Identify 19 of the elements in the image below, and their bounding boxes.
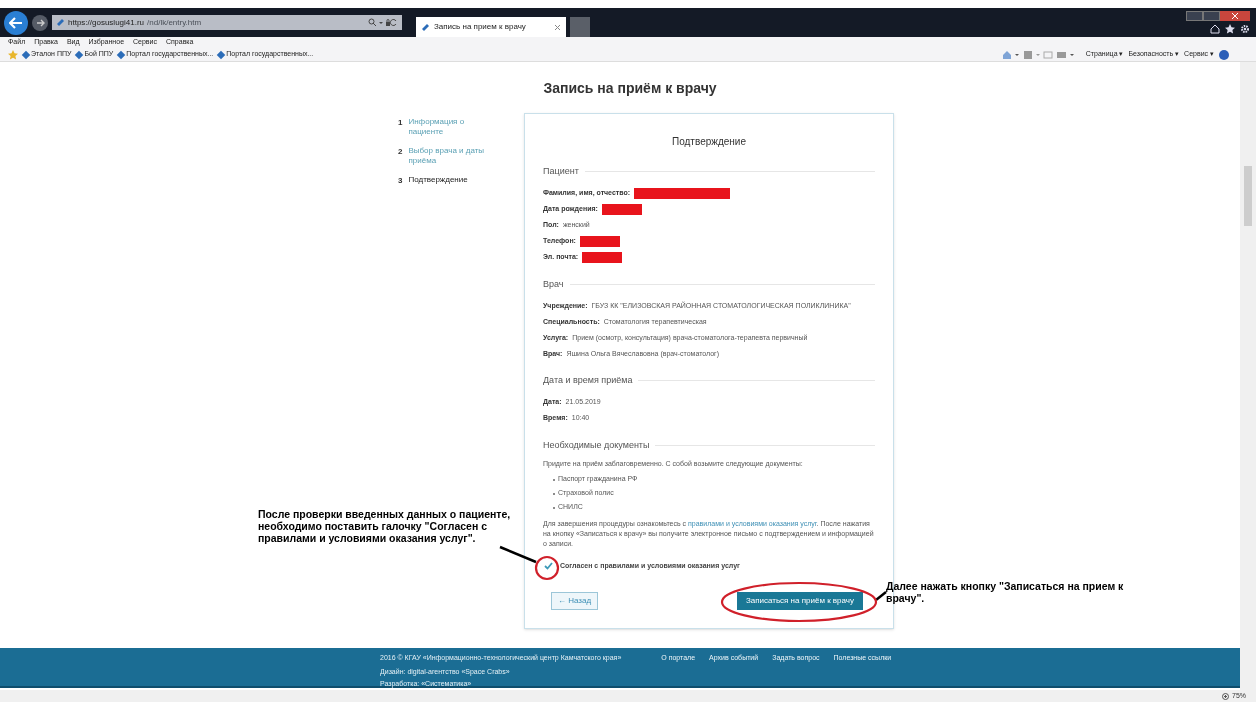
annotation-text: Далее нажать кнопку "Записаться на прием к врачу". <box>886 580 1125 604</box>
step-link[interactable]: Подтверждение <box>408 175 468 187</box>
section-heading: Пациент <box>543 165 579 178</box>
section-heading: Дата и время приёма <box>543 374 633 387</box>
address-bar[interactable]: https://gosuslugi41.ru /nd/lk/entry.htm <box>52 15 402 30</box>
page-title: Запись на приём к врачу <box>542 79 718 98</box>
step-number: 1 <box>398 117 403 129</box>
section-heading: Необходимые документы <box>543 438 650 452</box>
back-link-button[interactable]: ← Назад <box>551 591 599 610</box>
url-host: https://gosuslugi41.ru <box>68 16 145 29</box>
annotation-text: После проверки введенных данных о пациенте, необходимо поставить галочку "Согласен с правилами и условиями оказания услуг". <box>258 508 512 544</box>
section-heading: Врач <box>543 277 564 291</box>
tab-title: Запись на прием к врачу <box>434 21 527 33</box>
url-path: /nd/lk/entry.htm <box>147 16 202 29</box>
card-title: Подтверждение <box>671 135 747 149</box>
step-number: 3 <box>398 175 403 187</box>
step-number: 2 <box>398 146 403 158</box>
browser-tab[interactable]: Запись на прием к врачу <box>416 17 566 37</box>
submit-button[interactable]: Записаться на приём к врачу <box>736 591 863 610</box>
